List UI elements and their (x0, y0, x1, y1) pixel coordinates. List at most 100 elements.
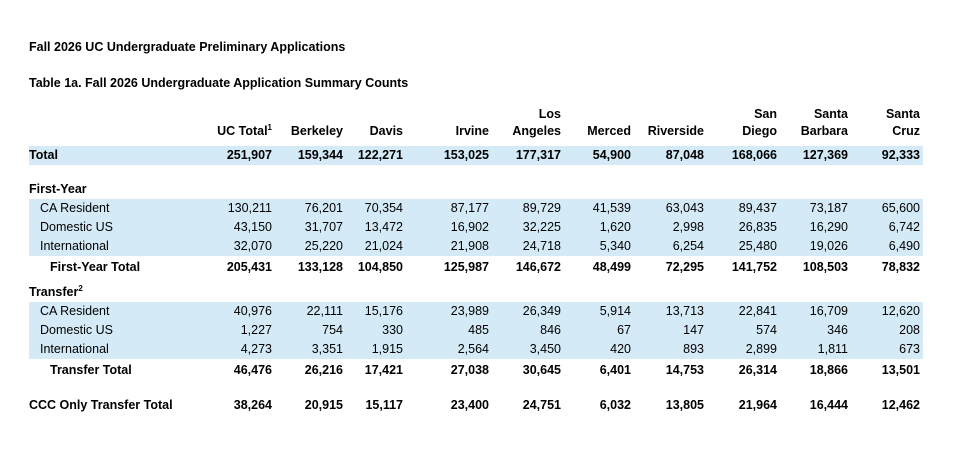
table-row: CA Resident 40,976 22,111 15,176 23,989 26,34… (29, 302, 923, 321)
table-cell: 153,025 (443, 148, 489, 162)
table-cell: 3,450 (529, 342, 561, 356)
column-header: Santa Barbara (768, 106, 848, 140)
table-cell: 15,176 (364, 304, 403, 318)
column-header-line1: Santa (813, 107, 848, 121)
table-cell: 2,998 (672, 220, 704, 234)
table-cell: 26,314 (738, 363, 777, 377)
table-cell: 1,915 (371, 342, 403, 356)
table-cell: 21,908 (450, 239, 489, 253)
column-header-line1: Los (538, 107, 561, 121)
table-cell: 4,273 (240, 342, 272, 356)
column-header: Riverside (624, 123, 704, 140)
column-header-line2: Cruz (840, 123, 920, 140)
row-label: CCC Only Transfer Total (29, 398, 173, 412)
row-label: Domestic US (40, 220, 113, 234)
column-header-text: UC Total (217, 124, 268, 138)
table-cell: 89,437 (738, 201, 777, 215)
table-cell: 168,066 (731, 148, 777, 162)
table-cell: 130,211 (227, 201, 272, 215)
column-header: Merced (551, 123, 631, 140)
column-header-line2: Riverside (624, 123, 704, 140)
table-cell: 26,349 (522, 304, 561, 318)
row-label: International (40, 342, 109, 356)
table-cell: 40,976 (233, 304, 272, 318)
section-heading-text: Transfer (29, 285, 79, 299)
table-cell: 63,043 (665, 201, 704, 215)
column-header-line2: Merced (551, 123, 631, 140)
table-cell: 6,032 (599, 398, 631, 412)
row-label: International (40, 239, 109, 253)
table-cell: 13,805 (665, 398, 704, 412)
table-cell: 23,400 (450, 398, 489, 412)
table-cell: 574 (756, 323, 777, 337)
column-header-text: Cruz (892, 124, 920, 138)
table-cell: 87,177 (450, 201, 489, 215)
table-cell: 485 (468, 323, 489, 337)
table-cell: 104,850 (357, 260, 403, 274)
table-cell: 420 (610, 342, 631, 356)
section-heading: First-Year (29, 180, 87, 199)
table-cell: 177,317 (515, 148, 561, 162)
table-cell: 12,620 (881, 304, 920, 318)
table-cell: 16,709 (809, 304, 848, 318)
column-header: San Diego (697, 106, 777, 140)
column-header: Irvine (409, 123, 489, 140)
table-cell: 16,444 (809, 398, 848, 412)
table-cell: 46,476 (233, 363, 272, 377)
table-cell: 251,907 (226, 148, 272, 162)
table-cell: 5,914 (599, 304, 631, 318)
first-year-total-row: First-Year Total 205,431 133,128 104,850 125… (29, 258, 923, 277)
row-label: Domestic US (40, 323, 113, 337)
table-row: CA Resident 130,211 76,201 70,354 87,177 89,7… (29, 199, 923, 218)
section-heading-text: First-Year (29, 182, 87, 196)
table-cell: 893 (683, 342, 704, 356)
table-cell: 13,501 (881, 363, 920, 377)
ccc-transfer-total-row: CCC Only Transfer Total 38,264 20,915 15,11… (29, 396, 923, 415)
table-row: International 32,070 25,220 21,024 21,908 24,… (29, 237, 923, 256)
table-cell: 30,645 (522, 363, 561, 377)
table-cell: 92,333 (881, 148, 920, 162)
table-cell: 19,026 (809, 239, 848, 253)
table-cell: 1,811 (817, 342, 848, 356)
table-cell: 208 (899, 323, 920, 337)
table-cell: 70,354 (364, 201, 403, 215)
table-cell: 25,480 (738, 239, 777, 253)
table-cell: 205,431 (226, 260, 272, 274)
table-cell: 67 (617, 323, 631, 337)
table-cell: 108,503 (802, 260, 848, 274)
column-header: Davis (323, 123, 403, 140)
table-cell: 18,866 (809, 363, 848, 377)
column-header-line2: Barbara (768, 123, 848, 140)
column-header-line2: Angeles (481, 123, 561, 140)
table-cell: 13,472 (364, 220, 403, 234)
table-cell: 2,899 (745, 342, 777, 356)
table-cell: 846 (540, 323, 561, 337)
table-cell: 147 (683, 323, 704, 337)
row-label: Transfer Total (50, 363, 132, 377)
table-cell: 5,340 (599, 239, 631, 253)
table-cell: 13,713 (665, 304, 704, 318)
table-cell: 673 (899, 342, 920, 356)
table-cell: 21,964 (738, 398, 777, 412)
table-cell: 24,718 (522, 239, 561, 253)
footnote-marker: 2 (78, 283, 83, 293)
transfer-total-row: Transfer Total 46,476 26,216 17,421 27,038 30… (29, 361, 923, 380)
column-header: UC Total1 (192, 123, 272, 140)
table-cell: 48,499 (592, 260, 631, 274)
column-header-line2: Davis (323, 123, 403, 140)
table-cell: 32,070 (233, 239, 272, 253)
table-cell: 43,150 (233, 220, 272, 234)
table-cell: 12,462 (881, 398, 920, 412)
column-header-line2: UC Total1 (192, 123, 272, 140)
table-cell: 2,564 (457, 342, 489, 356)
row-label: Total (29, 148, 58, 162)
table-cell: 26,835 (738, 220, 777, 234)
column-header-text: Davis (369, 124, 403, 138)
table-cell: 78,832 (881, 260, 920, 274)
table-cell: 41,539 (592, 201, 631, 215)
table-cell: 72,295 (665, 260, 704, 274)
table-cell: 125,987 (443, 260, 489, 274)
table-cell: 65,600 (881, 201, 920, 215)
table-cell: 127,369 (802, 148, 848, 162)
row-label: CA Resident (40, 201, 110, 215)
